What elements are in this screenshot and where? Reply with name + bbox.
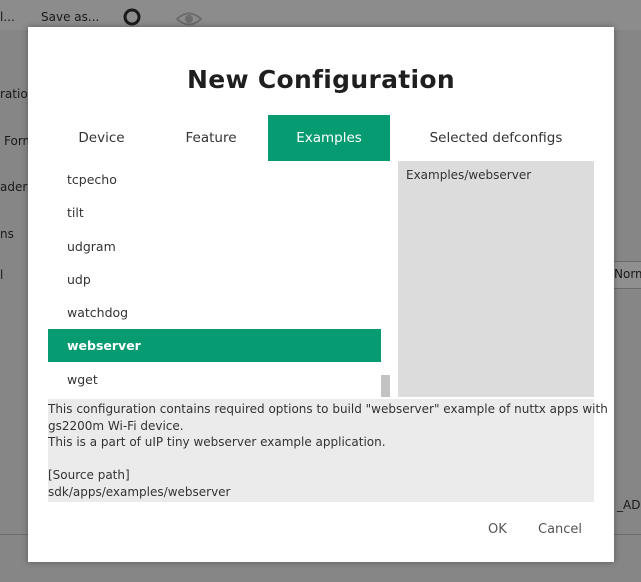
new-configuration-dialog: New Configuration Device Feature Example… <box>28 27 614 562</box>
selected-defconfigs-panel: Examples/webserver <box>398 161 594 397</box>
tab-feature[interactable]: Feature <box>155 115 267 161</box>
selected-defconfig-item[interactable]: Examples/webserver <box>406 168 531 182</box>
background-label: ader <box>0 180 28 194</box>
description-line: sdk/apps/examples/webserver <box>48 484 231 499</box>
examples-list[interactable]: tcpecho tilt udgram udp watchdog webserv… <box>48 161 390 397</box>
description-line: This configuration contains required opt… <box>48 402 608 416</box>
ok-button[interactable]: OK <box>488 517 507 543</box>
background-dropdown-label: Norm <box>614 267 641 281</box>
description-line: [Source path] <box>48 468 130 482</box>
background-label: ns <box>0 227 14 241</box>
save-as-button: Save as... <box>41 10 100 24</box>
description-line: This is a part of uIP tiny webserver exa… <box>48 435 386 449</box>
description-box: This configuration contains required opt… <box>48 399 608 502</box>
list-item-tilt[interactable]: tilt <box>48 196 381 229</box>
tab-selected-defconfigs[interactable]: Selected defconfigs <box>390 115 602 161</box>
background-menu: l... <box>0 10 15 24</box>
list-item-watchdog[interactable]: watchdog <box>48 296 381 329</box>
dialog-title: New Configuration <box>187 65 455 94</box>
background-label: _ADD <box>617 498 641 512</box>
cancel-button[interactable]: Cancel <box>538 517 582 543</box>
tab-device[interactable]: Device <box>48 115 155 161</box>
tab-examples[interactable]: Examples <box>268 115 390 161</box>
description-line: gs2200m Wi-Fi device. <box>48 418 184 433</box>
tab-bar: Device Feature Examples Selected defconf… <box>48 115 594 161</box>
list-item-webserver[interactable]: webserver <box>48 329 381 362</box>
list-item-tcpecho[interactable]: tcpecho <box>48 163 381 196</box>
description-line <box>48 451 594 468</box>
background-label: l <box>0 268 4 282</box>
background-dropdown: Norm <box>610 261 641 289</box>
list-item-udgram[interactable]: udgram <box>48 230 381 263</box>
list-item-udp[interactable]: udp <box>48 263 381 296</box>
list-scrollbar[interactable] <box>381 375 390 397</box>
list-item-wget[interactable]: wget <box>48 363 381 396</box>
